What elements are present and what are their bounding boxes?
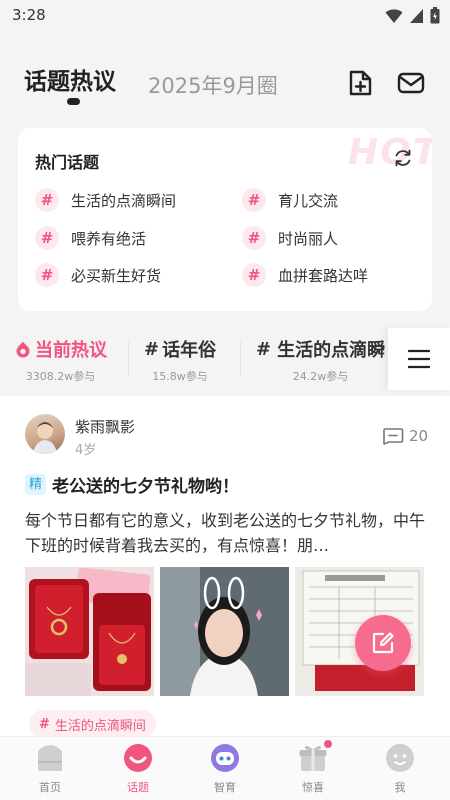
hot-watermark: HOT — [348, 132, 432, 173]
topic-tab-life[interactable]: # 生活的点滴瞬 24.2w参与 — [256, 336, 385, 384]
topic-tab-title: 当前热议 — [35, 340, 107, 361]
hash-icon: # — [35, 226, 59, 250]
tab-topics[interactable]: 话题热议 — [24, 62, 116, 96]
new-post-icon[interactable] — [346, 68, 376, 98]
hash-icon: # — [144, 338, 160, 360]
hot-topics-card: HOT 热门话题 # 生活的点滴瞬间 # 育儿交流 # 喂养有绝活 # 时尚丽人… — [18, 128, 432, 311]
refresh-icon[interactable] — [393, 148, 413, 168]
nav-smart-parenting[interactable]: 智育 — [190, 743, 260, 795]
nav-label: 首页 — [39, 781, 61, 794]
topic-tab-count: 24.2w参与 — [292, 370, 349, 383]
comment-icon — [383, 428, 404, 445]
edit-icon — [372, 632, 394, 654]
hot-topic-label: 必买新生好货 — [71, 266, 162, 285]
post-image[interactable] — [25, 567, 154, 696]
nav-label: 话题 — [127, 781, 149, 794]
hash-icon: # — [35, 263, 59, 287]
comment-count-value: 20 — [409, 427, 429, 445]
tab-divider — [240, 342, 241, 376]
topic-tab-title: 生活的点滴瞬 — [277, 340, 386, 361]
battery-icon — [430, 7, 440, 24]
avatar-image — [33, 422, 57, 454]
menu-icon — [408, 349, 430, 369]
hash-icon: # — [242, 188, 266, 212]
wifi-icon — [385, 8, 403, 23]
post-excerpt[interactable]: 每个节日都有它的意义，收到老公送的七夕节礼物，中午下班的时候背着我去买的，有点惊… — [25, 508, 427, 558]
topic-tab-count: 15.8w参与 — [152, 370, 208, 383]
post-card[interactable]: 紫雨飘影 4岁 20 精 老公送的七夕节礼物哟！ 每个节日都有它的意义，收到老公… — [0, 396, 450, 738]
compose-fab-button[interactable] — [355, 615, 411, 671]
author-age: 4岁 — [75, 443, 97, 458]
status-icons — [385, 7, 440, 24]
hot-topic-item[interactable]: # 育儿交流 — [242, 188, 338, 212]
hot-topic-item[interactable]: # 必买新生好货 — [35, 263, 161, 287]
hot-topic-item[interactable]: # 喂养有绝活 — [35, 226, 146, 250]
topic-menu-button[interactable] — [388, 328, 450, 390]
author-name[interactable]: 紫雨飘影 — [75, 416, 135, 437]
tab-active-indicator — [67, 98, 80, 105]
comment-count[interactable]: 20 — [382, 427, 428, 445]
nav-label: 我 — [394, 781, 406, 794]
hot-topic-label: 育儿交流 — [278, 191, 339, 210]
hot-topic-item[interactable]: # 时尚丽人 — [242, 226, 338, 250]
status-bar: 3:28 — [0, 0, 450, 32]
jewelry-boxes-image — [25, 567, 154, 696]
tab-divider — [128, 342, 129, 376]
post-image[interactable] — [160, 567, 289, 696]
post-topic-tag-label: 生活的点滴瞬间 — [54, 718, 146, 734]
hot-topic-item[interactable]: # 血拼套路达咩 — [242, 263, 368, 287]
bottom-nav: 首页 话题 智育 惊喜 我 — [0, 736, 450, 800]
selfie-image — [160, 567, 289, 696]
message-icon[interactable] — [396, 68, 426, 98]
status-time: 3:28 — [12, 6, 46, 24]
header: 话题热议 2025年9月圈 — [0, 32, 450, 122]
post-title[interactable]: 精 老公送的七夕节礼物哟！ — [25, 472, 239, 497]
gift-icon — [299, 746, 327, 771]
featured-badge: 精 — [25, 474, 46, 495]
nav-topics[interactable]: 话题 — [103, 743, 173, 795]
post-topic-tag[interactable]: # 生活的点滴瞬间 — [29, 710, 156, 738]
topic-tab-current[interactable]: 当前热议 3308.2w参与 — [14, 336, 107, 384]
hot-topic-label: 时尚丽人 — [278, 229, 339, 248]
notification-dot — [324, 740, 332, 748]
post-title-text: 老公送的七夕节礼物哟！ — [52, 477, 239, 497]
hash-icon: # — [35, 188, 59, 212]
nav-label: 惊喜 — [302, 781, 324, 794]
home-icon — [38, 745, 62, 771]
smile-icon — [124, 744, 152, 772]
topic-tab-new-year[interactable]: # 话年俗 15.8w参与 — [144, 336, 216, 384]
signal-icon — [410, 8, 423, 23]
hot-topics-title: 热门话题 — [35, 153, 100, 172]
nav-me[interactable]: 我 — [365, 743, 435, 795]
topic-tab-title: 话年俗 — [162, 340, 217, 361]
robot-icon — [211, 744, 239, 772]
hot-topic-item[interactable]: # 生活的点滴瞬间 — [35, 188, 176, 212]
hash-icon: # — [39, 716, 50, 732]
topic-tab-count: 3308.2w参与 — [25, 370, 96, 383]
profile-face-icon — [386, 744, 414, 772]
hash-icon: # — [242, 226, 266, 250]
hot-topic-label: 生活的点滴瞬间 — [71, 191, 177, 210]
hash-icon: # — [242, 263, 266, 287]
nav-home[interactable]: 首页 — [15, 743, 85, 795]
topic-tabs: 当前热议 3308.2w参与 # 话年俗 15.8w参与 # 生活的点滴瞬 24… — [0, 324, 450, 388]
hot-topic-label: 血拼套路达咩 — [278, 266, 369, 285]
tab-month-circle[interactable]: 2025年9月圈 — [148, 70, 278, 100]
avatar[interactable] — [25, 414, 65, 454]
nav-surprise[interactable]: 惊喜 — [278, 740, 348, 795]
hot-topic-label: 喂养有绝活 — [71, 229, 147, 248]
hash-icon: # — [256, 338, 272, 360]
flame-icon — [16, 341, 30, 358]
nav-label: 智育 — [214, 781, 236, 794]
